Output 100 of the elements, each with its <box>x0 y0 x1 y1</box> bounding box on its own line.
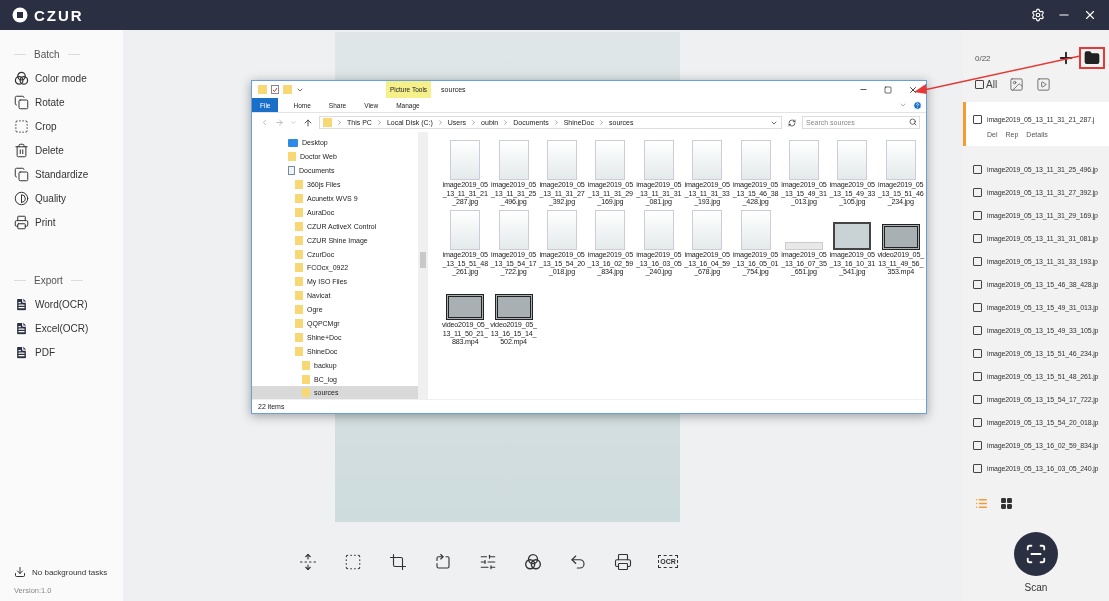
photo-thumbnail <box>833 222 872 250</box>
checkbox[interactable] <box>973 303 982 312</box>
image-icon[interactable] <box>1009 76 1025 92</box>
document-thumbnail <box>885 140 916 180</box>
list-icon <box>975 497 988 510</box>
document-thumbnail <box>498 210 529 250</box>
settings-icon[interactable] <box>1031 8 1045 22</box>
sidebar-item[interactable]: PDF <box>14 340 123 364</box>
sidebar-item[interactable]: Crop <box>14 114 123 138</box>
grid-view-button[interactable] <box>1000 497 1013 510</box>
checkbox[interactable] <box>973 441 982 450</box>
chevron-icon <box>436 119 444 126</box>
monitor-icon <box>288 138 298 147</box>
selection-count: 0/22 <box>975 53 991 63</box>
checkbox[interactable] <box>973 349 982 358</box>
folder-icon <box>1084 50 1100 66</box>
checkbox[interactable] <box>973 326 982 335</box>
checkbox[interactable] <box>973 464 982 473</box>
scrollbar[interactable] <box>418 132 427 399</box>
chevron-icon <box>598 119 605 126</box>
rotate-icon <box>14 94 29 110</box>
sidebar-item[interactable]: Standardize <box>14 162 123 186</box>
section-title: Batch <box>34 49 60 60</box>
document-thumbnail <box>740 140 771 180</box>
document-thumbnail <box>788 140 819 180</box>
checkbox[interactable] <box>973 165 982 174</box>
checkbox[interactable] <box>973 418 982 427</box>
document-thumbnail <box>595 210 626 250</box>
pages-icon <box>14 166 29 182</box>
document-thumbnail <box>498 140 529 180</box>
close-icon[interactable] <box>908 84 918 95</box>
up-icon[interactable] <box>303 117 313 128</box>
circles-icon <box>524 552 542 571</box>
refresh-icon[interactable] <box>788 118 796 127</box>
sidebar-item[interactable]: Quality <box>14 186 123 210</box>
maximize-icon[interactable] <box>884 85 892 94</box>
grid-icon <box>1000 497 1013 510</box>
undo-icon <box>569 552 587 571</box>
document-thumbnail <box>692 210 723 250</box>
checkbox[interactable] <box>973 234 982 243</box>
document-icon <box>14 344 29 360</box>
scan-label: Scan <box>1024 582 1048 593</box>
printer-icon <box>614 552 632 571</box>
checkbox[interactable] <box>973 114 982 124</box>
video-icon[interactable] <box>1036 76 1052 92</box>
chevron-icon <box>336 119 343 126</box>
sidebar-item[interactable]: Color mode <box>14 66 123 90</box>
section-title: Export <box>34 275 63 286</box>
checkbox[interactable] <box>973 395 982 404</box>
sliders-icon <box>479 552 497 571</box>
sidebar-item[interactable]: Excel(OCR) <box>14 316 123 340</box>
document-thumbnail <box>692 140 723 180</box>
document-thumbnail <box>740 210 771 250</box>
video-thumbnail <box>881 224 920 250</box>
sidebar-item[interactable]: Delete <box>14 138 123 162</box>
crop-icon <box>389 552 407 571</box>
delete-icon <box>14 142 29 158</box>
checkbox[interactable] <box>973 372 982 381</box>
folder-icon <box>323 118 332 127</box>
document-thumbnail <box>595 140 626 180</box>
sidebar-item[interactable]: Rotate <box>14 90 123 114</box>
document-icon <box>288 166 295 176</box>
task-status: No background tasks <box>32 567 108 577</box>
sidebar-item[interactable]: Word(OCR) <box>14 292 123 316</box>
logo-icon <box>12 7 28 23</box>
scan-icon <box>1025 543 1047 565</box>
document-thumbnail <box>546 140 577 180</box>
checkbox[interactable] <box>973 257 982 266</box>
video-thumbnail <box>446 294 485 320</box>
scan-button[interactable] <box>1014 532 1058 576</box>
video-thumbnail <box>494 294 533 320</box>
contrast-icon <box>14 190 29 206</box>
chevron-icon <box>502 119 510 126</box>
document-icon <box>14 296 29 312</box>
checkbox[interactable] <box>973 188 982 197</box>
select-icon <box>344 552 362 571</box>
crop-icon <box>14 118 29 134</box>
app-logo: CZUR <box>34 6 84 24</box>
checkbox[interactable] <box>973 211 982 220</box>
printer-icon <box>14 214 29 230</box>
search-icon[interactable] <box>909 118 917 126</box>
close-icon[interactable] <box>1083 8 1097 22</box>
document-thumbnail <box>450 210 481 250</box>
folder-icon <box>258 85 267 94</box>
folder-icon <box>288 152 296 162</box>
chevron-icon <box>470 119 478 126</box>
fit-height-icon <box>299 552 317 571</box>
rotate-icon <box>434 552 452 571</box>
download-icon <box>14 566 26 578</box>
document-thumbnail <box>546 210 577 250</box>
select-all-checkbox[interactable]: All <box>975 78 998 90</box>
sidebar-item[interactable]: Print <box>14 210 123 234</box>
document-thumbnail <box>643 140 674 180</box>
chevron-icon <box>375 119 383 126</box>
folder-button[interactable] <box>1079 47 1105 69</box>
checkbox[interactable] <box>973 280 982 289</box>
document-thumbnail <box>643 210 674 250</box>
document-thumbnail <box>784 242 823 250</box>
help-icon[interactable] <box>913 100 922 110</box>
checklist-icon[interactable] <box>271 85 279 94</box>
